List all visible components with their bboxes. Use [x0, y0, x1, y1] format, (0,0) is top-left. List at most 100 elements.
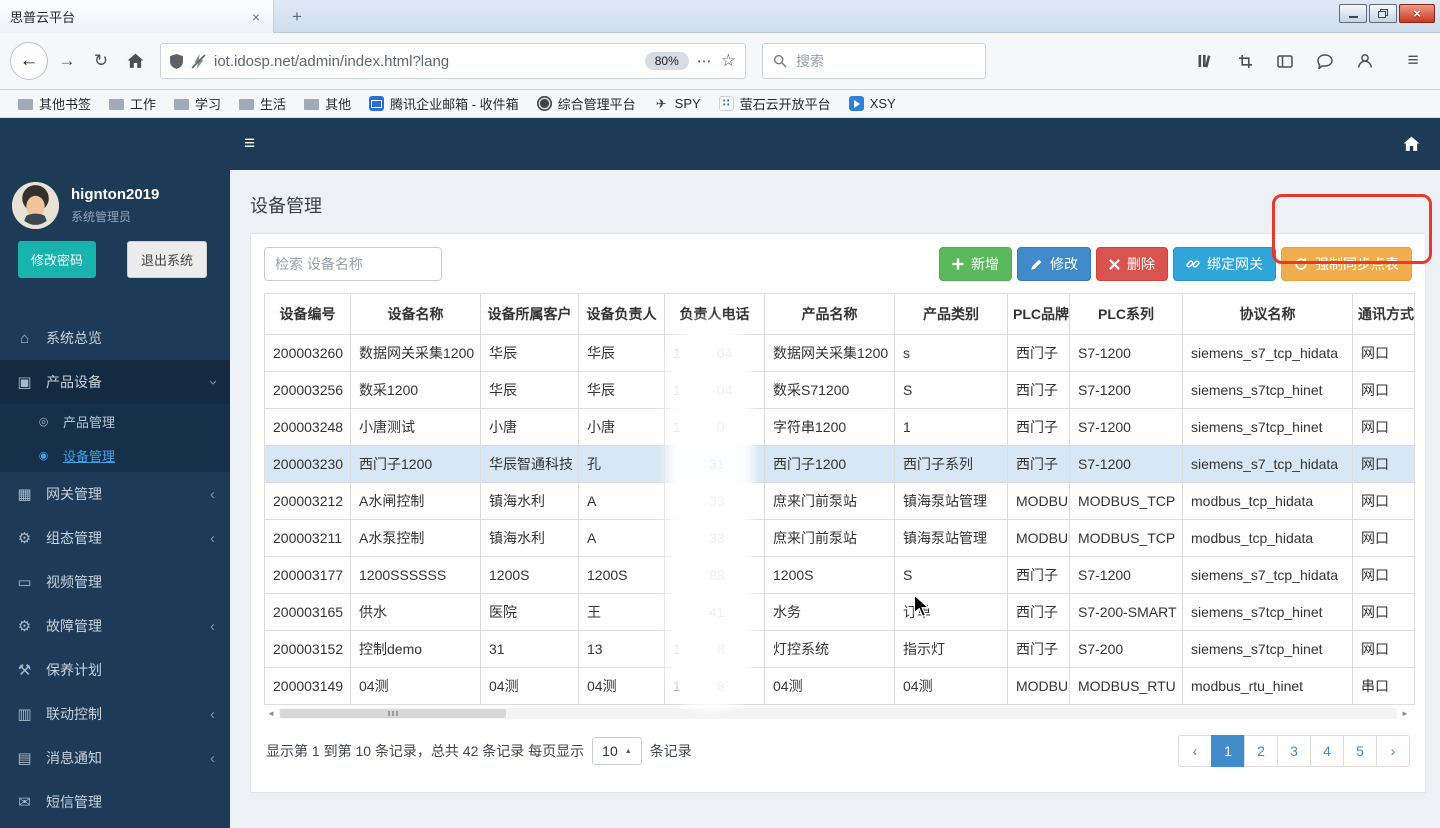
cell-protocol: siemens_s7_tcp_hidata	[1183, 446, 1353, 483]
next-page-button[interactable]: ›	[1376, 735, 1410, 767]
column-header[interactable]: 设备名称	[351, 294, 481, 335]
sidebar-menu-item[interactable]: ◉ 设备管理	[0, 438, 230, 472]
page-number-button[interactable]: 1	[1211, 735, 1245, 767]
change-password-button[interactable]: 修改密码	[18, 241, 96, 278]
prev-page-button[interactable]: ‹	[1178, 735, 1212, 767]
device-search-input[interactable]	[264, 247, 442, 281]
column-header[interactable]: 负责人电话	[665, 294, 765, 335]
cell-plc-brand: 西门子	[1008, 557, 1070, 594]
app-menu-button[interactable]: ≡	[1398, 46, 1428, 76]
column-header[interactable]: PLC品牌	[1008, 294, 1070, 335]
column-header[interactable]: 设备所属客户	[481, 294, 579, 335]
page-size-select[interactable]: 10 ▲	[592, 737, 642, 765]
window-close-button[interactable]: ×	[1399, 4, 1435, 23]
table-row[interactable]: 200003149 04测 04测 04测 18 04测 04测 MODBUS …	[265, 668, 1415, 705]
bind-gateway-button[interactable]: 绑定网关	[1173, 247, 1276, 281]
delete-button[interactable]: 删除	[1096, 247, 1168, 281]
cell-product: 04测	[765, 668, 895, 705]
column-header[interactable]: PLC系列	[1070, 294, 1183, 335]
sidebar-menu-item[interactable]: ▥ 联动控制 ‹	[0, 692, 230, 736]
scrollbar-thumb[interactable]	[280, 709, 506, 718]
table-row[interactable]: 200003152 控制demo 31 13 18 灯控系统 指示灯 西门子 S…	[265, 631, 1415, 668]
bookmark-item[interactable]: 其他	[296, 93, 359, 115]
zoom-indicator[interactable]: 80%	[645, 52, 689, 70]
tab-close-icon[interactable]: ×	[249, 9, 263, 25]
logout-button[interactable]: 退出系统	[127, 241, 207, 278]
sidebars-button[interactable]	[1270, 46, 1300, 76]
bookmark-star-icon[interactable]: ☆	[721, 51, 736, 71]
table-row[interactable]: 200003211 A水泵控制 镇海水利 A 33 庶来门前泵站 镇海泵站管理 …	[265, 520, 1415, 557]
page-number-button[interactable]: 2	[1244, 735, 1278, 767]
column-header[interactable]: 设备负责人	[579, 294, 665, 335]
menu-item-label: 设备管理	[63, 446, 115, 465]
page-number-button[interactable]: 4	[1310, 735, 1344, 767]
sidebar-menu-item[interactable]: ⚒ 保养计划	[0, 648, 230, 692]
bookmark-item[interactable]: 萤石云开放平台	[711, 93, 839, 115]
sidebar-menu-item[interactable]: ⚙ 组态管理 ‹	[0, 516, 230, 560]
sidebar-menu-item[interactable]: ◎ 产品管理	[0, 404, 230, 438]
add-button[interactable]: 新增	[939, 247, 1012, 281]
bookmark-favicon	[654, 96, 669, 111]
horizontal-scrollbar[interactable]: ◄ ►	[264, 706, 1412, 721]
cell-category: 西门子系列	[895, 446, 1008, 483]
window-restore-button[interactable]	[1369, 4, 1397, 23]
tab-title: 思普云平台	[10, 7, 249, 26]
sidebar-menu-item[interactable]: ⌂ 系统总览	[0, 316, 230, 360]
forward-button[interactable]: →	[52, 46, 82, 76]
library-button[interactable]	[1190, 46, 1220, 76]
cell-product: 数采S71200	[765, 372, 895, 409]
scroll-left-icon[interactable]: ◄	[264, 709, 278, 718]
table-row[interactable]: 200003165 供水 医院 王 41 水务 订单 西门子 S7-200-SM…	[265, 594, 1415, 631]
cell-device-id: 200003260	[265, 335, 351, 372]
new-tab-button[interactable]: +	[284, 5, 310, 28]
table-row[interactable]: 200003248 小唐测试 小唐 小唐 10 字符串1200 1 西门子 S7…	[265, 409, 1415, 446]
table-row[interactable]: 200003212 A水闸控制 镇海水利 A 33 庶来门前泵站 镇海泵站管理 …	[265, 483, 1415, 520]
bookmark-item[interactable]: XSY	[841, 93, 904, 115]
page-number-button[interactable]: 3	[1277, 735, 1311, 767]
app-home-button[interactable]	[1403, 118, 1420, 170]
table-row[interactable]: 200003256 数采1200 华辰 华辰 104 数采S71200 S 西门…	[265, 372, 1415, 409]
bookmark-item[interactable]: 腾讯企业邮箱 - 收件箱	[361, 93, 527, 115]
bookmark-item[interactable]: 生活	[231, 93, 294, 115]
bookmark-item[interactable]: SPY	[646, 93, 709, 115]
bookmark-label: 其他书签	[39, 94, 91, 113]
bookmark-item[interactable]: 综合管理平台	[529, 93, 644, 115]
scrollbar-track[interactable]	[279, 708, 1397, 719]
avatar[interactable]	[12, 182, 59, 229]
column-header[interactable]: 产品类别	[895, 294, 1008, 335]
table-row[interactable]: 200003260 数据网关采集1200 华辰 华辰 104 数据网关采集120…	[265, 335, 1415, 372]
column-header[interactable]: 产品名称	[765, 294, 895, 335]
column-header[interactable]: 设备编号	[265, 294, 351, 335]
table-row[interactable]: 200003230 西门子1200 华辰智通科技 孔 31 西门子1200 西门…	[265, 446, 1415, 483]
table-row[interactable]: 200003177 1200SSSSSS 1200S 1200S 88 1200…	[265, 557, 1415, 594]
bookmark-item[interactable]: 工作	[101, 93, 164, 115]
browser-search-field[interactable]: 搜索	[762, 43, 986, 79]
account-button[interactable]	[1350, 46, 1380, 76]
reload-button[interactable]: ↻	[86, 46, 116, 76]
screenshot-button[interactable]	[1230, 46, 1260, 76]
sidebar-menu-item[interactable]: ⚙ 故障管理 ‹	[0, 604, 230, 648]
sidebar-toggle-icon[interactable]: ≡	[244, 118, 255, 170]
sidebar-menu-item[interactable]: ▭ 视频管理	[0, 560, 230, 604]
address-bar[interactable]: iot.idosp.net/admin/index.html?lang 80% …	[160, 43, 746, 79]
sidebar-menu-item[interactable]: ▤ 消息通知 ‹	[0, 736, 230, 780]
column-header[interactable]: 协议名称	[1183, 294, 1353, 335]
bookmark-item[interactable]: 学习	[166, 93, 229, 115]
scroll-right-icon[interactable]: ►	[1398, 709, 1412, 718]
pocket-button[interactable]	[1310, 46, 1340, 76]
window-minimize-button[interactable]	[1339, 4, 1367, 23]
sidebar-menu-item[interactable]: ✉ 短信管理	[0, 780, 230, 824]
column-header[interactable]: 通讯方式	[1353, 294, 1415, 335]
sidebar-menu-item[interactable]: ▣ 产品设备 ‹	[0, 360, 230, 404]
browser-tab[interactable]: 思普云平台 ×	[0, 0, 274, 33]
back-button[interactable]: ←	[10, 42, 48, 80]
page-number-button[interactable]: 5	[1343, 735, 1377, 767]
page-actions-icon[interactable]: ⋯	[697, 52, 713, 70]
edit-button[interactable]: 修改	[1017, 247, 1091, 281]
browser-home-button[interactable]	[120, 46, 150, 76]
bookmark-item[interactable]: 其他书签	[10, 93, 99, 115]
cell-category: S	[895, 372, 1008, 409]
sidebar-menu-item[interactable]: ▤ 日志管理	[0, 824, 230, 828]
force-sync-button[interactable]: 强制同步点表	[1281, 247, 1412, 281]
sidebar-menu-item[interactable]: ▦ 网关管理 ‹	[0, 472, 230, 516]
